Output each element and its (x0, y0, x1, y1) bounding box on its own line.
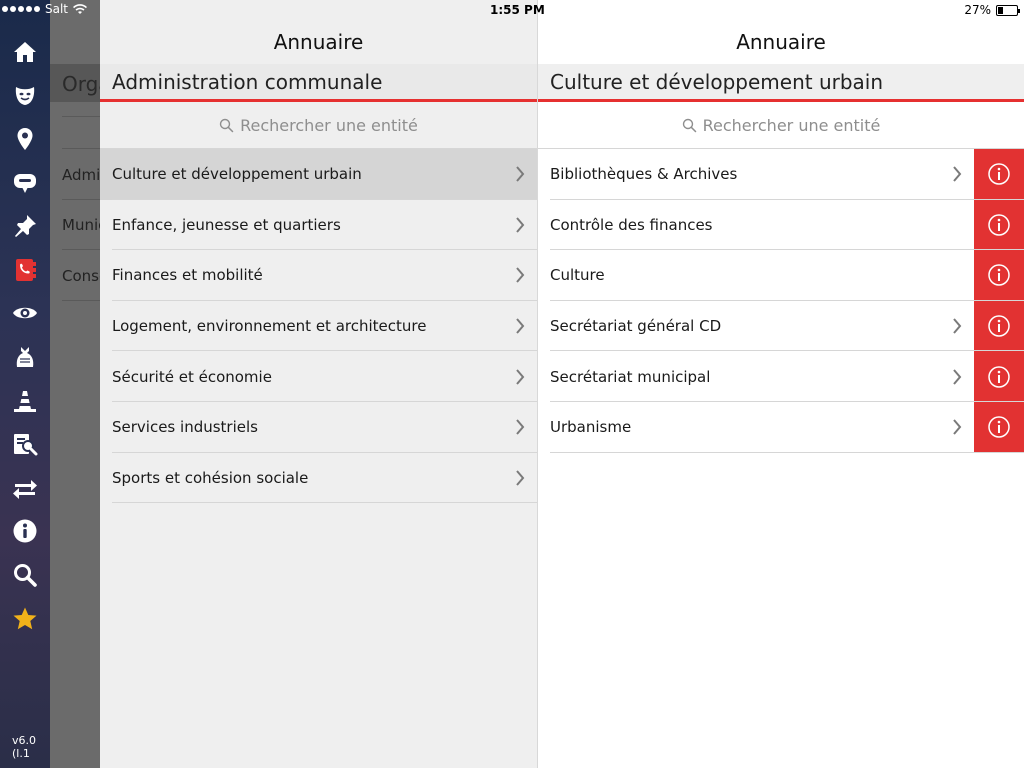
info-button[interactable] (974, 351, 1024, 402)
info-button[interactable] (974, 300, 1024, 352)
list-item[interactable]: Services industriels (100, 402, 537, 453)
list-item-label: Contrôle des finances (550, 215, 713, 234)
chevron-right-icon (516, 470, 525, 486)
middle-list: Culture et développement urbain Enfance,… (100, 149, 537, 503)
chevron-right-icon (516, 166, 525, 182)
sidebar: v6.0 (l.1 (0, 0, 50, 768)
carrier-label: Salt (45, 2, 69, 16)
eye-icon[interactable] (0, 292, 50, 336)
search-icon (682, 118, 696, 132)
list-item[interactable]: Culture et développement urbain (100, 149, 537, 200)
right-panel: Annuaire Culture et développement urbain… (537, 0, 1024, 768)
pushpin-icon[interactable] (0, 204, 50, 248)
background-list-item[interactable]: Conse (62, 267, 100, 285)
swap-arrows-icon[interactable] (0, 466, 50, 510)
chevron-right-icon (953, 166, 962, 182)
status-bar: Salt 1:55 PM 27% (0, 0, 1024, 20)
list-item-label: Logement, environnement et architecture (112, 317, 427, 336)
chevron-right-icon (516, 318, 525, 334)
search-field[interactable]: Rechercher une entité (100, 102, 537, 149)
info-circle-icon (988, 214, 1010, 236)
middle-panel: Annuaire Administration communale Recher… (100, 0, 537, 768)
info-circle-icon (988, 416, 1010, 439)
list-item-label: Culture (550, 266, 605, 285)
wifi-icon (73, 3, 88, 14)
star-icon[interactable] (0, 597, 50, 641)
info-circle-icon (988, 365, 1010, 388)
search-placeholder: Rechercher une entité (702, 115, 881, 135)
chevron-right-icon (516, 217, 525, 233)
chevron-right-icon (516, 369, 525, 385)
list-item[interactable]: Logement, environnement et architecture (100, 301, 537, 352)
waste-bag-icon[interactable] (0, 335, 50, 379)
home-icon[interactable] (0, 30, 50, 74)
background-panel: Orga Admi Munic Conse (50, 0, 100, 768)
info-circle-icon (988, 163, 1010, 186)
background-panel-title: Orga (62, 72, 100, 96)
info-circle-icon (988, 264, 1010, 287)
list-item[interactable]: Secrétariat municipal (538, 351, 1024, 402)
list-item[interactable]: Enfance, jeunesse et quartiers (100, 200, 537, 251)
list-item-label: Services industriels (112, 418, 258, 437)
background-list-item[interactable]: Admi (62, 166, 100, 184)
list-item[interactable]: Sports et cohésion sociale (100, 453, 537, 504)
chat-bubble-icon[interactable] (0, 161, 50, 205)
list-item-label: Enfance, jeunesse et quartiers (112, 215, 341, 234)
chevron-right-icon (953, 419, 962, 435)
background-list-item[interactable]: Munic (62, 216, 100, 234)
search-field[interactable]: Rechercher une entité (538, 102, 1024, 149)
list-item-label: Urbanisme (550, 418, 632, 437)
phone-book-icon[interactable] (0, 248, 50, 292)
list-item[interactable]: Culture (538, 250, 1024, 301)
info-button[interactable] (974, 250, 1024, 301)
list-item-label: Secrétariat municipal (550, 367, 711, 386)
info-circle-icon (988, 315, 1010, 337)
list-item-label: Finances et mobilité (112, 266, 263, 285)
battery-percent: 27% (964, 3, 991, 17)
signal-icon (2, 6, 40, 12)
list-item-label: Bibliothèques & Archives (550, 165, 738, 184)
theater-mask-icon[interactable] (0, 74, 50, 118)
list-item[interactable]: Bibliothèques & Archives (538, 149, 1024, 200)
list-item-label: Sécurité et économie (112, 367, 272, 386)
battery-icon (996, 4, 1020, 16)
chevron-right-icon (953, 369, 962, 385)
map-pin-icon[interactable] (0, 117, 50, 161)
info-button[interactable] (974, 199, 1024, 251)
info-button[interactable] (974, 149, 1024, 200)
info-button[interactable] (974, 401, 1024, 453)
list-item[interactable]: Finances et mobilité (100, 250, 537, 301)
chevron-right-icon (516, 419, 525, 435)
battery-indicator: 27% (964, 3, 1020, 17)
list-item[interactable]: Sécurité et économie (100, 351, 537, 402)
list-item[interactable]: Contrôle des finances (538, 199, 1024, 251)
search-icon (219, 118, 234, 132)
carrier-signal: Salt (2, 2, 88, 16)
status-time: 1:55 PM (490, 3, 545, 17)
info-icon[interactable] (0, 510, 50, 554)
search-placeholder: Rechercher une entité (240, 115, 418, 135)
list-item[interactable]: Secrétariat général CD (538, 300, 1024, 352)
list-item-label: Secrétariat général CD (550, 317, 722, 336)
chevron-right-icon (953, 318, 962, 334)
traffic-cone-icon[interactable] (0, 379, 50, 423)
list-item-label: Sports et cohésion sociale (112, 468, 309, 487)
right-list: Bibliothèques & Archives Contrôle des fi… (538, 149, 1024, 453)
section-title: Culture et développement urbain (538, 64, 1024, 102)
version-label: v6.0 (l.1 (12, 734, 37, 760)
search-icon[interactable] (0, 553, 50, 597)
list-item[interactable]: Urbanisme (538, 401, 1024, 453)
chevron-right-icon (516, 267, 525, 284)
section-title: Administration communale (100, 64, 537, 102)
list-item-label: Culture et développement urbain (112, 165, 362, 184)
document-search-icon[interactable] (0, 422, 50, 466)
